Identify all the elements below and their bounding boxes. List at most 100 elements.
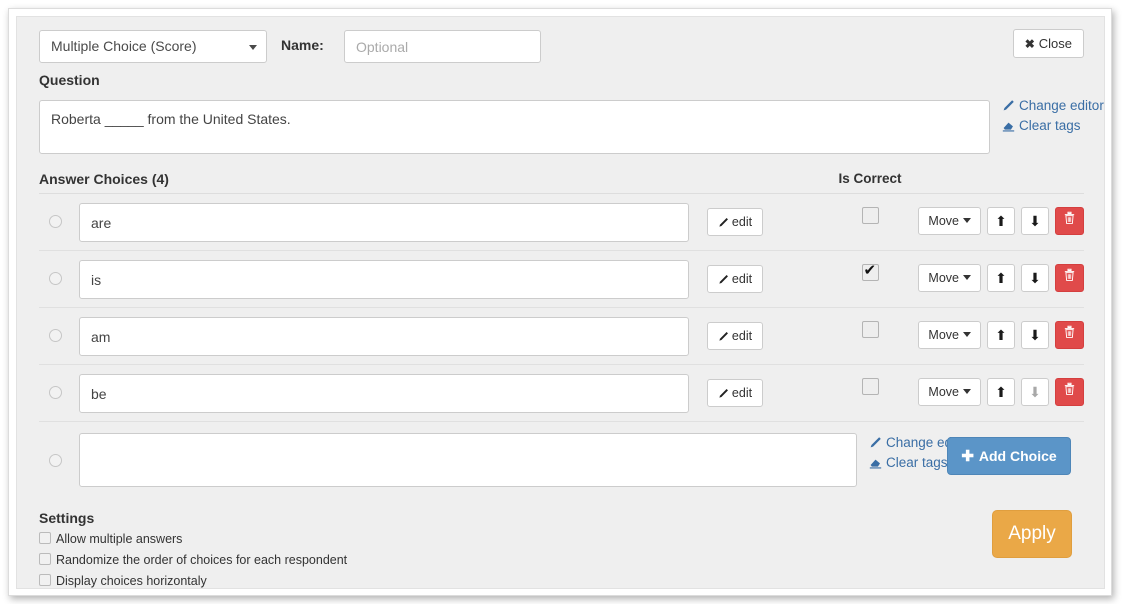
add-choice-label: Add Choice bbox=[978, 448, 1057, 464]
answers-header: Answer Choices (4) Is Correct bbox=[39, 171, 1084, 193]
arrow-up-icon: ⬆ bbox=[995, 327, 1007, 343]
choice-move-label: Move bbox=[928, 385, 959, 399]
answers-section-label: Answer Choices (4) bbox=[39, 171, 169, 187]
choice-text-input[interactable] bbox=[79, 203, 689, 242]
choice-move-label: Move bbox=[928, 271, 959, 285]
plus-icon: ✚ bbox=[961, 448, 974, 465]
editor-header: Multiple Choice (Score) Name: ✖Close bbox=[39, 29, 1084, 72]
choice-text-input[interactable] bbox=[79, 260, 689, 299]
question-type-value: Multiple Choice (Score) bbox=[51, 38, 197, 54]
choice-text-input[interactable] bbox=[79, 374, 689, 413]
new-choice-row: Change editor Clear tags ✚ Add Choice bbox=[39, 421, 1084, 496]
choice-move-down-button[interactable]: ⬇ bbox=[1021, 207, 1049, 235]
settings-option-checkbox[interactable] bbox=[39, 553, 51, 565]
settings-option-checkbox[interactable] bbox=[39, 574, 51, 586]
close-icon: ✖ bbox=[1024, 37, 1035, 51]
settings-section-label: Settings bbox=[39, 510, 95, 526]
name-input[interactable] bbox=[344, 30, 541, 63]
choice-select-radio[interactable] bbox=[49, 386, 62, 399]
is-correct-checkbox[interactable] bbox=[861, 207, 879, 225]
settings-option[interactable]: Display choices horizontaly bbox=[39, 574, 1084, 588]
settings-options-list: Allow multiple answers Randomize the orde… bbox=[39, 532, 1084, 588]
chevron-down-icon bbox=[249, 45, 257, 50]
panel-content: Multiple Choice (Score) Name: ✖Close Que… bbox=[39, 29, 1104, 588]
choice-edit-label: edit bbox=[731, 215, 753, 229]
arrow-up-icon: ⬆ bbox=[995, 213, 1007, 229]
choice-is-correct-cell bbox=[812, 262, 928, 282]
apply-button-label: Apply bbox=[1008, 523, 1056, 544]
choice-edit-button[interactable]: edit bbox=[707, 379, 763, 407]
page-root: Multiple Choice (Score) Name: ✖Close Que… bbox=[0, 0, 1125, 604]
choice-move-up-button[interactable]: ⬆ bbox=[987, 207, 1015, 235]
is-correct-checkbox[interactable] bbox=[861, 321, 879, 339]
new-choice-radio[interactable] bbox=[49, 454, 62, 467]
close-button[interactable]: ✖ Close bbox=[1012, 29, 1084, 58]
choice-delete-button[interactable] bbox=[1055, 321, 1084, 349]
choice-delete-button[interactable] bbox=[1055, 207, 1084, 235]
pencil-icon bbox=[870, 437, 881, 448]
settings-option-label: Randomize the order of choices for each … bbox=[56, 553, 348, 567]
choice-edit-button[interactable]: edit bbox=[707, 208, 763, 236]
choice-move-up-button[interactable]: ⬆ bbox=[987, 378, 1015, 406]
eraser-icon bbox=[1002, 122, 1015, 132]
settings-option[interactable]: Randomize the order of choices for each … bbox=[39, 553, 1084, 568]
answer-choice-row: edit Move ⬆ ⬇ bbox=[39, 193, 1084, 250]
add-choice-button[interactable]: ✚ Add Choice bbox=[947, 437, 1071, 475]
new-choice-textarea[interactable] bbox=[79, 433, 857, 487]
choice-move-down-button[interactable]: ⬇ bbox=[1021, 264, 1049, 292]
is-correct-checkbox[interactable] bbox=[861, 378, 879, 396]
choice-move-dropdown[interactable]: Move bbox=[918, 264, 981, 292]
choice-move-dropdown[interactable]: Move bbox=[918, 321, 981, 349]
choice-row-actions: Move ⬆ ⬇ bbox=[918, 264, 1084, 292]
choice-edit-button[interactable]: edit bbox=[707, 322, 763, 350]
pencil-icon bbox=[719, 332, 728, 341]
chevron-down-icon bbox=[963, 332, 971, 337]
choice-row-actions: Move ⬆ ⬇ bbox=[918, 378, 1084, 406]
apply-button[interactable]: Apply bbox=[992, 510, 1072, 558]
choice-move-up-button[interactable]: ⬆ bbox=[987, 321, 1015, 349]
question-side-links: Change editor Clear tags bbox=[1002, 96, 1104, 136]
answer-choice-row: edit Move ⬆ ⬇ bbox=[39, 364, 1084, 421]
trash-icon bbox=[1064, 382, 1075, 395]
settings-option-checkbox[interactable] bbox=[39, 532, 51, 544]
choice-delete-button[interactable] bbox=[1055, 378, 1084, 406]
choice-select-radio[interactable] bbox=[49, 215, 62, 228]
choice-move-down-button[interactable]: ⬇ bbox=[1021, 321, 1049, 349]
pencil-icon bbox=[719, 218, 728, 227]
pencil-icon bbox=[1003, 100, 1014, 111]
settings-option-label: Allow multiple answers bbox=[56, 532, 183, 546]
choice-delete-button[interactable] bbox=[1055, 264, 1084, 292]
choice-move-down-button[interactable]: ⬇ bbox=[1021, 378, 1049, 406]
choice-is-correct-cell bbox=[812, 207, 928, 225]
choice-text-input[interactable] bbox=[79, 317, 689, 356]
dialog-frame: Multiple Choice (Score) Name: ✖Close Que… bbox=[8, 8, 1112, 596]
choice-edit-label: edit bbox=[731, 386, 753, 400]
question-clear-tags-link[interactable]: Clear tags bbox=[1002, 116, 1104, 136]
is-correct-checkbox[interactable] bbox=[861, 262, 879, 282]
choice-move-dropdown[interactable]: Move bbox=[918, 378, 981, 406]
choice-move-dropdown[interactable]: Move bbox=[918, 207, 981, 235]
trash-icon bbox=[1064, 211, 1075, 224]
trash-icon bbox=[1064, 325, 1075, 338]
question-clear-tags-label: Clear tags bbox=[1019, 118, 1081, 133]
arrow-down-icon: ⬇ bbox=[1029, 270, 1041, 286]
pencil-icon bbox=[719, 275, 728, 284]
question-textarea[interactable] bbox=[39, 100, 990, 154]
choice-select-radio[interactable] bbox=[49, 329, 62, 342]
question-type-select[interactable]: Multiple Choice (Score) bbox=[39, 30, 267, 63]
answer-choice-list: edit Move ⬆ ⬇ edit Move ⬆ ⬇ edit Move ⬆ ⬇ edit Move ⬆ ⬇ bbox=[39, 193, 1084, 421]
arrow-down-icon: ⬇ bbox=[1029, 384, 1041, 400]
new-choice-clear-tags-label: Clear tags bbox=[886, 455, 948, 470]
arrow-up-icon: ⬆ bbox=[995, 270, 1007, 286]
question-section-label: Question bbox=[39, 72, 100, 88]
choice-move-up-button[interactable]: ⬆ bbox=[987, 264, 1015, 292]
settings-option-label: Display choices horizontaly bbox=[56, 574, 207, 588]
choice-row-actions: Move ⬆ ⬇ bbox=[918, 321, 1084, 349]
chevron-down-icon bbox=[963, 218, 971, 223]
question-change-editor-link[interactable]: Change editor bbox=[1002, 96, 1104, 116]
chevron-down-icon bbox=[963, 275, 971, 280]
choice-edit-label: edit bbox=[731, 329, 753, 343]
settings-option[interactable]: Allow multiple answers bbox=[39, 532, 1084, 547]
choice-select-radio[interactable] bbox=[49, 272, 62, 285]
choice-edit-button[interactable]: edit bbox=[707, 265, 763, 293]
